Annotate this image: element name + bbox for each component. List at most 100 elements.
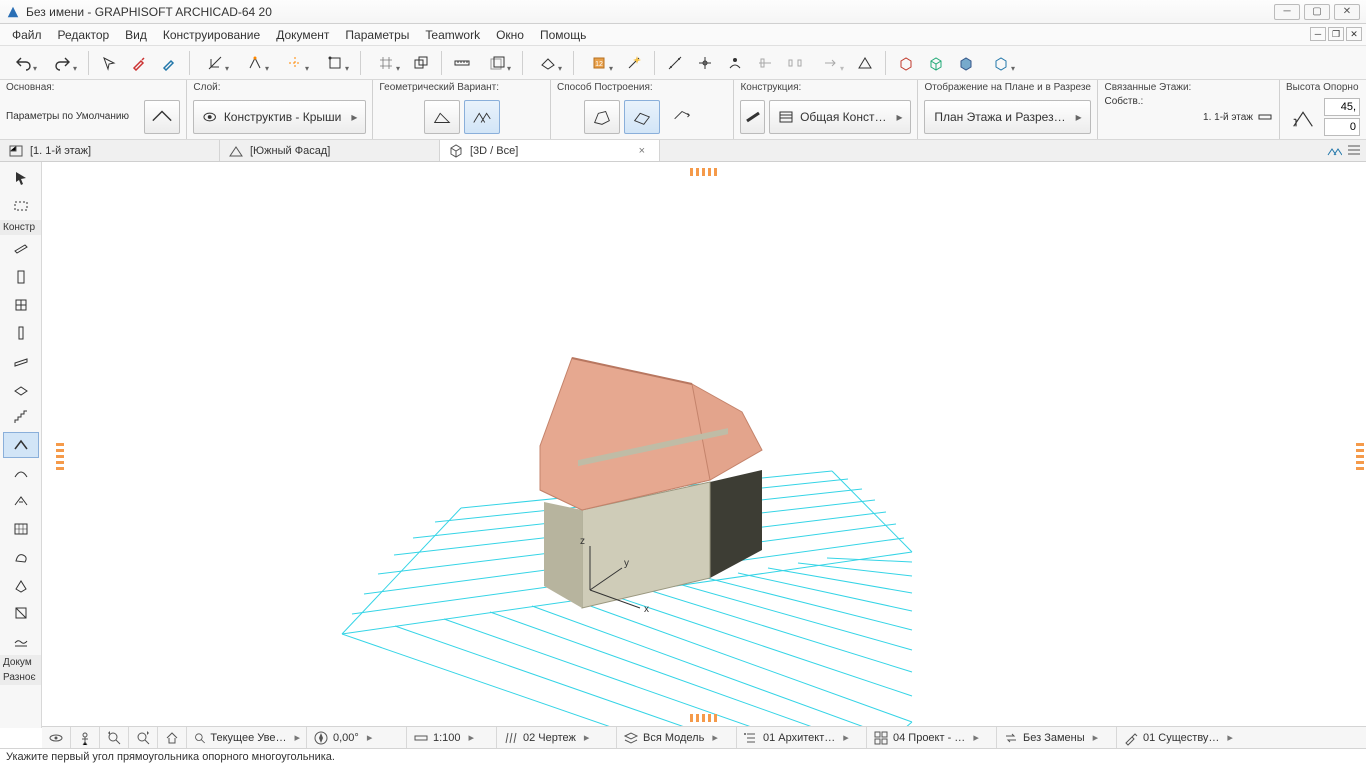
home-view-button[interactable] [158, 727, 187, 748]
window-tool[interactable] [3, 292, 39, 318]
publish-button[interactable] [984, 51, 1018, 75]
cut-plane-button[interactable] [531, 51, 565, 75]
scale-selector[interactable]: 1:100 [407, 727, 497, 748]
ruler-button[interactable] [450, 51, 474, 75]
explore-button[interactable] [71, 727, 100, 748]
object-tool[interactable] [3, 572, 39, 598]
project-selector[interactable]: 04 Проект - … [867, 727, 997, 748]
method-rotated[interactable] [664, 100, 700, 134]
defaults-label[interactable]: Параметры по Умолчанию [6, 111, 129, 122]
tab-list-icon[interactable] [1346, 142, 1362, 158]
construction-basic[interactable] [740, 100, 765, 134]
prev-view-button[interactable] [100, 727, 129, 748]
favorites-button[interactable]: 12 [582, 51, 616, 75]
element-snap-button[interactable] [318, 51, 352, 75]
menu-editor[interactable]: Редактор [50, 26, 118, 44]
3d-viewport[interactable]: x y z [42, 162, 1366, 728]
snap-guides-button[interactable] [278, 51, 312, 75]
column-tool[interactable] [3, 320, 39, 346]
model-view-selector[interactable]: Вся Модель [617, 727, 737, 748]
method-rect[interactable] [624, 100, 660, 134]
zone-tool[interactable] [3, 600, 39, 626]
tab-overview-icon[interactable] [1326, 142, 1342, 158]
roof-tool[interactable] [3, 432, 39, 458]
layer-selector[interactable]: Конструктив - Крыши [193, 100, 366, 134]
eyedropper-button[interactable] [127, 51, 151, 75]
pen-set-selector[interactable]: 02 Чертеж [497, 727, 617, 748]
redo-button[interactable] [46, 51, 80, 75]
orientation-selector[interactable]: 0,00° [307, 727, 407, 748]
tab-close[interactable]: × [639, 145, 645, 157]
mdi-minimize[interactable]: ─ [1310, 27, 1326, 41]
snap-button[interactable] [238, 51, 272, 75]
curtainwall-tool[interactable] [3, 516, 39, 542]
minimize-button[interactable]: ─ [1274, 4, 1300, 20]
mesh-tool[interactable] [3, 628, 39, 654]
next-view-button[interactable] [129, 727, 158, 748]
mdi-restore[interactable]: ❐ [1328, 27, 1344, 41]
pick-button[interactable] [97, 51, 121, 75]
trace-button[interactable] [480, 51, 514, 75]
geom-single-plane[interactable] [424, 100, 460, 134]
menu-view[interactable]: Вид [117, 26, 155, 44]
explode-button[interactable] [853, 51, 877, 75]
beam-tool[interactable] [3, 348, 39, 374]
align-button[interactable] [753, 51, 777, 75]
split-handle-right[interactable] [1356, 442, 1364, 470]
wall-tool[interactable] [3, 236, 39, 262]
show-3d-button[interactable] [924, 51, 948, 75]
elevation-icon [228, 143, 244, 159]
marquee-tool[interactable] [3, 193, 39, 219]
method-poly[interactable] [584, 100, 620, 134]
guideline-button[interactable] [198, 51, 232, 75]
orbit-button[interactable] [42, 727, 71, 748]
maximize-button[interactable]: ▢ [1304, 4, 1330, 20]
skylight-tool[interactable] [3, 488, 39, 514]
stair-tool[interactable] [3, 404, 39, 430]
existing-selector[interactable]: 01 Существу… [1117, 727, 1366, 748]
render-button[interactable] [954, 51, 978, 75]
morph-tool[interactable] [3, 544, 39, 570]
renovation-selector[interactable]: Без Замены [997, 727, 1117, 748]
inject-button[interactable] [157, 51, 181, 75]
slab-tool[interactable] [3, 376, 39, 402]
gravity-button[interactable] [723, 51, 747, 75]
undo-button[interactable] [6, 51, 40, 75]
close-button[interactable]: ✕ [1334, 4, 1360, 20]
grid-snap-button[interactable] [369, 51, 403, 75]
layer-combo-selector[interactable]: 01 Архитект… [737, 727, 867, 748]
menu-window[interactable]: Окно [488, 26, 532, 44]
menu-document[interactable]: Документ [268, 26, 337, 44]
3d-doc-button[interactable] [894, 51, 918, 75]
door-tool[interactable] [3, 264, 39, 290]
magic-wand-button[interactable] [622, 51, 646, 75]
arrow-tool[interactable] [3, 165, 39, 191]
construction-selector[interactable]: Общая Конст… [769, 100, 911, 134]
height-offset-bottom[interactable] [1324, 118, 1360, 136]
grid-icon [873, 730, 889, 746]
floorplan-selector[interactable]: План Этажа и Разрез… [924, 100, 1091, 134]
tab-floorplan[interactable]: [1. 1-й этаж] [0, 140, 220, 161]
measure-button[interactable] [663, 51, 687, 75]
distribute-button[interactable] [783, 51, 807, 75]
shell-tool[interactable] [3, 460, 39, 486]
tab-elevation[interactable]: [Южный Фасад] [220, 140, 440, 161]
menu-design[interactable]: Конструирование [155, 26, 268, 44]
height-offset-top[interactable] [1324, 98, 1360, 116]
menu-options[interactable]: Параметры [337, 26, 417, 44]
tab-3d[interactable]: [3D / Все] × [440, 140, 660, 161]
menu-teamwork[interactable]: Teamwork [417, 26, 488, 44]
mdi-close[interactable]: ✕ [1346, 27, 1362, 41]
split-handle-top[interactable] [690, 168, 718, 176]
menu-help[interactable]: Помощь [532, 26, 594, 44]
suspend-groups-button[interactable] [409, 51, 433, 75]
roof-tool-icon-button[interactable] [144, 100, 180, 134]
split-handle-bottom[interactable] [690, 714, 718, 722]
modify-button[interactable] [813, 51, 847, 75]
edit-origin-button[interactable] [693, 51, 717, 75]
story-link-icon[interactable] [1257, 109, 1273, 125]
split-handle-left[interactable] [56, 442, 64, 470]
zoom-selector[interactable]: Текущее Уве… [187, 727, 307, 748]
geom-multi-plane[interactable] [464, 100, 500, 134]
menu-file[interactable]: Файл [4, 26, 50, 44]
